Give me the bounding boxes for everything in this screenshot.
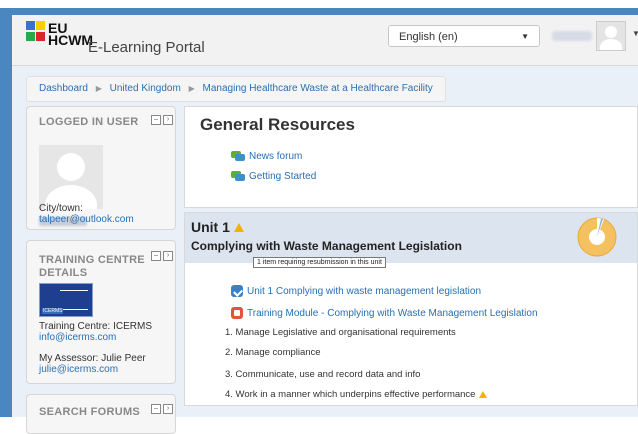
criterion-1: 1. Manage Legislative and organisational… — [225, 327, 456, 338]
caret-down-icon: ▼ — [521, 32, 529, 41]
news-forum-link[interactable]: News forum — [231, 151, 302, 162]
language-select[interactable]: English (en) ▼ — [388, 25, 540, 47]
language-value: English (en) — [399, 31, 458, 43]
site-header: EU HCWM E-Learning Portal English (en) ▼… — [12, 15, 638, 66]
search-forums-block: SEARCH FORUMS – › — [26, 394, 176, 434]
breadcrumb-course[interactable]: Managing Healthcare Waste at a Healthcar… — [203, 83, 433, 94]
breadcrumb-dashboard[interactable]: Dashboard — [39, 83, 88, 94]
avatar-head-shape — [605, 26, 617, 38]
icerms-logo-label: ICERMS — [42, 308, 64, 314]
minimize-icon[interactable]: – — [151, 251, 161, 261]
breadcrumb-country[interactable]: United Kingdom — [110, 83, 181, 94]
criterion-2: 2. Manage compliance — [225, 347, 321, 358]
criterion-4: 4. Work in a manner which underpins effe… — [225, 389, 488, 400]
unit-header: Unit 1 Complying with Waste Management L… — [185, 213, 637, 263]
avatar-body-shape — [600, 39, 622, 50]
logo-blue-square — [26, 21, 35, 30]
block-controls: – › — [151, 115, 173, 125]
warning-icon[interactable] — [479, 391, 488, 398]
dock-icon[interactable]: › — [163, 404, 173, 414]
portal-name: E-Learning Portal — [88, 39, 205, 56]
logged-user-block: LOGGED IN USER – › City/town: talpeer@ou… — [26, 106, 176, 230]
browser-top-strip — [0, 0, 638, 8]
assignment-label: Unit 1 Complying with waste management l… — [247, 285, 482, 297]
user-picture — [39, 145, 103, 209]
training-centre-email[interactable]: info@icerms.com — [39, 332, 116, 343]
assignment-link[interactable]: Unit 1 Complying with waste management l… — [231, 285, 481, 297]
criterion-4-label: 4. Work in a manner which underpins effe… — [225, 389, 476, 400]
breadcrumb-separator-icon: ▶ — [95, 84, 102, 93]
user-email[interactable]: talpeer@outlook.com — [39, 214, 134, 225]
site-logo[interactable]: EU HCWM E-Learning Portal — [26, 21, 205, 59]
news-forum-label: News forum — [249, 151, 303, 162]
user-avatar[interactable] — [596, 21, 626, 51]
logo-hcwm-text: HCWM — [48, 32, 94, 48]
block-controls: – › — [151, 404, 173, 414]
logo-green-square — [26, 32, 35, 41]
dock-icon[interactable]: › — [163, 251, 173, 261]
section-title-general: General Resources — [200, 115, 355, 134]
block-title-logged-user: LOGGED IN USER — [39, 116, 139, 128]
block-controls: – › — [151, 251, 173, 261]
criterion-3: 3. Communicate, use and record data and … — [225, 369, 421, 380]
warning-icon[interactable] — [233, 222, 244, 232]
logo-yellow-square — [36, 21, 45, 30]
breadcrumb: Dashboard ▶ United Kingdom ▶ Managing He… — [26, 76, 446, 102]
unit-1-section: Unit 1 Complying with Waste Management L… — [184, 212, 638, 406]
dock-icon[interactable]: › — [163, 115, 173, 125]
frame-top — [0, 8, 638, 15]
unit-title-text: Unit 1 — [191, 219, 230, 235]
assessor-name: My Assessor: Julie Peer — [39, 353, 146, 364]
resubmission-tooltip: 1 item requiring resubmission in this un… — [253, 257, 386, 268]
assessor-email[interactable]: julie@icerms.com — [39, 364, 118, 375]
training-centre-block: TRAINING CENTRE DETAILS – › ICERMS Train… — [26, 240, 176, 384]
block-title-training-centre-1: TRAINING CENTRE — [39, 254, 145, 266]
city-label: City/town: — [39, 203, 83, 214]
unit-title: Unit 1 — [191, 219, 244, 235]
unit-subtitle: Complying with Waste Management Legislat… — [191, 239, 462, 253]
progress-pie-icon — [577, 217, 617, 257]
minimize-icon[interactable]: – — [151, 404, 161, 414]
logo-red-square — [36, 32, 45, 41]
assignment-icon — [231, 285, 243, 297]
frame-left — [0, 8, 12, 417]
getting-started-link[interactable]: Getting Started — [231, 171, 316, 182]
general-resources-section: General Resources News forum Getting Sta… — [184, 106, 638, 208]
training-centre-name: Training Centre: ICERMS — [39, 321, 152, 332]
logo-lines — [60, 290, 88, 310]
avatar-head-shape — [57, 153, 85, 181]
forum-icon — [231, 171, 245, 182]
module-icon — [231, 307, 243, 319]
username-blurred[interactable] — [552, 31, 592, 41]
minimize-icon[interactable]: – — [151, 115, 161, 125]
training-module-label: Training Module - Complying with Waste M… — [247, 307, 538, 319]
breadcrumb-separator-icon: ▶ — [188, 84, 195, 93]
block-title-training-centre-2: DETAILS — [39, 267, 88, 279]
forum-icon — [231, 151, 245, 162]
icerms-logo: ICERMS — [39, 283, 93, 317]
page-body: Dashboard ▶ United Kingdom ▶ Managing He… — [12, 66, 638, 434]
training-module-link[interactable]: Training Module - Complying with Waste M… — [231, 307, 538, 319]
course-content: General Resources News forum Getting Sta… — [184, 106, 638, 406]
user-menu-caret-icon[interactable]: ▼ — [632, 29, 638, 38]
getting-started-label: Getting Started — [249, 171, 317, 182]
